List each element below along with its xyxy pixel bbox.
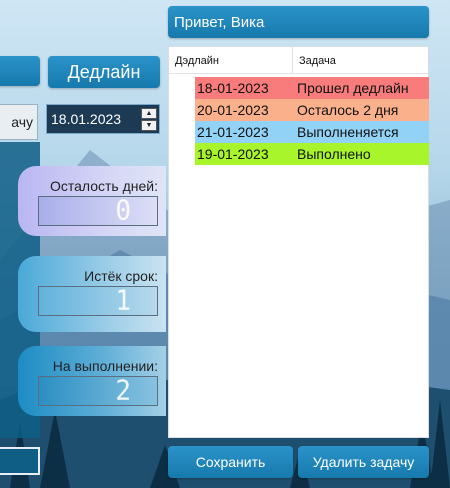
days-left-card: Осталость дней: 0	[18, 166, 166, 236]
task-table[interactable]: Дэдлайн Задача 18-01-2023 Прошел дедлайн…	[168, 46, 429, 438]
expired-counter: 1	[38, 285, 158, 317]
column-header-deadline[interactable]: Дэдлайн	[175, 55, 219, 67]
row-deadline: 20-01-2023	[197, 102, 269, 118]
expired-card: Истёк срок: 1	[18, 256, 166, 332]
days-left-counter: 0	[38, 195, 158, 227]
deadline-button[interactable]: Дедлайн	[48, 56, 160, 88]
row-task: Осталось 2 дня	[297, 102, 399, 118]
expired-value: 1	[115, 285, 131, 317]
tab-button-partial[interactable]	[0, 56, 40, 86]
add-task-button-label: ачу	[11, 114, 33, 130]
row-task: Прошел дедлайн	[297, 80, 409, 96]
expired-label: Истёк срок:	[84, 268, 158, 284]
delete-task-button[interactable]: Удалить задачу	[298, 446, 429, 478]
row-task: Выполнено	[297, 146, 371, 162]
greeting-header: Привет, Вика	[168, 6, 429, 38]
deadline-date-picker[interactable]: 18.01.2023 ▲ ▼	[46, 104, 160, 134]
deadline-button-label: Дедлайн	[67, 61, 141, 82]
column-header-task[interactable]: Задача	[299, 55, 336, 67]
row-deadline: 21-01-2023	[197, 124, 269, 140]
days-left-value: 0	[115, 195, 131, 227]
table-row[interactable]: 19-01-2023 Выполнено	[195, 143, 429, 165]
table-row[interactable]: 20-01-2023 Осталось 2 дня	[195, 99, 429, 121]
save-button[interactable]: Сохранить	[168, 446, 293, 478]
row-deadline: 18-01-2023	[197, 80, 269, 96]
row-task: Выполненяется	[297, 124, 399, 140]
in-progress-value: 2	[115, 375, 131, 407]
table-row[interactable]: 18-01-2023 Прошел дедлайн	[195, 77, 429, 99]
days-left-label: Осталость дней:	[49, 178, 158, 194]
row-deadline: 19-01-2023	[197, 146, 269, 162]
greeting-text: Привет, Вика	[174, 13, 265, 31]
column-divider	[292, 47, 293, 73]
add-task-button-partial[interactable]: ачу	[0, 104, 38, 140]
date-value: 18.01.2023	[51, 111, 122, 127]
in-progress-counter: 2	[38, 375, 158, 407]
arrow-up-icon[interactable]: ▲	[141, 108, 157, 119]
delete-task-button-label: Удалить задачу	[312, 454, 415, 470]
bottom-left-button-partial[interactable]	[0, 447, 40, 475]
in-progress-label: На выполнении:	[52, 358, 158, 374]
table-row[interactable]: 21-01-2023 Выполненяется	[195, 121, 429, 143]
in-progress-card: На выполнении: 2	[18, 346, 166, 416]
table-header: Дэдлайн Задача	[169, 47, 428, 74]
arrow-down-icon[interactable]: ▼	[141, 120, 157, 131]
save-button-label: Сохранить	[195, 454, 266, 470]
